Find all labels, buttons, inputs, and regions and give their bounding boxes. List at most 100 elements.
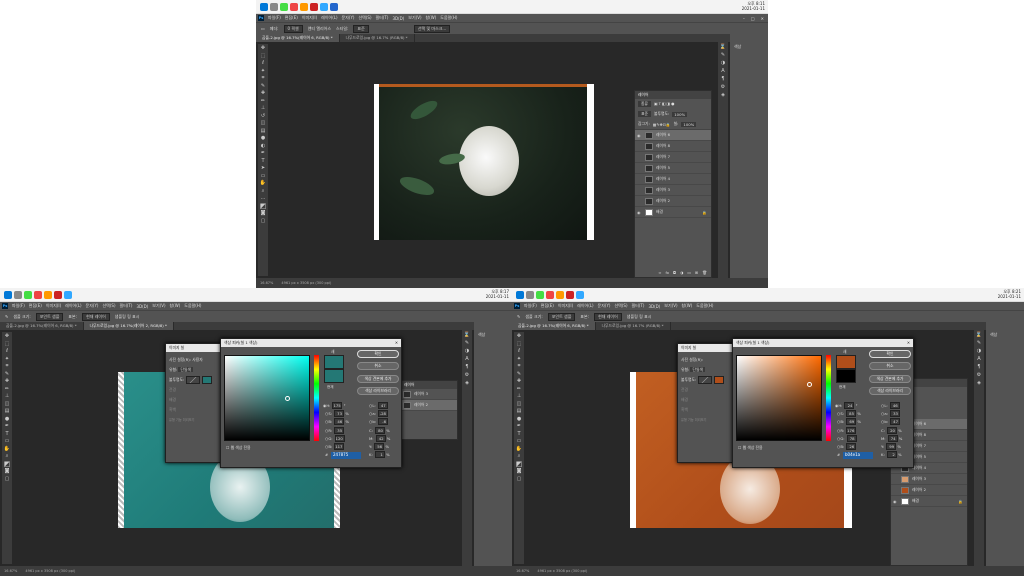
chrome-icon[interactable] (290, 2, 298, 11)
current-color-swatch[interactable] (324, 369, 344, 383)
photoshop-icon[interactable] (576, 290, 584, 299)
lasso-tool-icon[interactable]: ℓ (6, 348, 8, 355)
doc-info[interactable]: 4961 px x 3508 px (300 ppi) (281, 281, 331, 285)
menu-filter[interactable]: 필터(T) (376, 15, 389, 21)
menu-edit[interactable]: 편집(E) (541, 303, 554, 309)
style-select[interactable]: 표준 (353, 24, 369, 33)
fill-color-swatch[interactable] (202, 376, 213, 384)
g-field[interactable]: ○G: 120 (325, 435, 345, 442)
current-color-swatch[interactable] (836, 369, 856, 383)
layer-row[interactable]: 레이어 8 (635, 141, 711, 152)
menu-view[interactable]: 보기(V) (152, 303, 165, 309)
brush-settings-icon[interactable]: ✎ (977, 340, 981, 346)
menu-file[interactable]: 파일(F) (268, 15, 281, 21)
app-icon[interactable] (566, 290, 574, 299)
quick-mask-icon[interactable]: ◙ (517, 468, 522, 475)
quick-mask-icon[interactable]: ◙ (261, 210, 266, 217)
magic-wand-icon[interactable]: ✦ (5, 356, 9, 363)
menu-help[interactable]: 도움말(H) (184, 303, 201, 309)
s-field[interactable]: ○S: 85 % (837, 410, 861, 417)
y-field[interactable]: Y: 99 % (881, 443, 901, 450)
type-tool-icon[interactable]: T (5, 431, 8, 438)
color-libraries-button[interactable]: 색상 라이브러리 (357, 387, 399, 395)
k-field[interactable]: K: 2 % (881, 451, 902, 458)
shape-tool-icon[interactable]: ▭ (5, 438, 10, 445)
opacity-input[interactable]: 100% (672, 111, 688, 117)
pen-tool-icon[interactable]: ✒ (261, 150, 265, 157)
layer-row[interactable]: 레이어 3 (401, 389, 457, 400)
select-mask-button[interactable]: 선택 및 마스크... (413, 24, 451, 33)
color-panel-label[interactable]: 색상 (986, 322, 1024, 348)
hand-tool-icon[interactable]: ✋ (516, 446, 522, 453)
layers-panel-title[interactable]: 레이어 (401, 381, 457, 389)
tab-tree[interactable]: 나무드로잉.jpg @ 16.7% (RGB/8) * (340, 34, 415, 42)
tab-gomdol[interactable]: 곰돌-2.jpg @ 16.7%(레이어 6, RGB/8) * (0, 322, 84, 330)
brush-tool-icon[interactable]: ✏ (517, 386, 521, 393)
saturation-brightness-field[interactable] (224, 355, 310, 441)
color-cursor[interactable] (807, 382, 812, 387)
menu-view[interactable]: 보기(V) (664, 303, 677, 309)
layer-row[interactable]: 레이어 3 (635, 185, 711, 196)
blue-field[interactable]: ○B: 117 (325, 443, 345, 450)
fill-color-swatch[interactable] (714, 376, 725, 384)
fx-icon[interactable]: fx (665, 270, 669, 275)
eraser-tool-icon[interactable]: ◫ (5, 401, 10, 408)
screen-mode-icon[interactable]: ▢ (5, 476, 10, 483)
brush-tool-icon[interactable]: ✏ (261, 98, 265, 105)
layers-panel-title[interactable]: 레이어 (635, 91, 711, 99)
r-field[interactable]: ○R: 176 (837, 427, 857, 434)
zoom-level[interactable]: 16.67% (516, 569, 529, 573)
magic-wand-icon[interactable]: ✦ (517, 356, 521, 363)
layer-kind-filter[interactable]: 종류 (638, 101, 651, 107)
blur-tool-icon[interactable]: ● (517, 416, 521, 423)
paragraph-icon[interactable]: ¶ (465, 364, 468, 370)
app-icon[interactable] (24, 290, 32, 299)
kakao-icon[interactable] (44, 290, 52, 299)
crop-tool-icon[interactable]: ⌗ (262, 75, 265, 82)
type-select[interactable]: 단일색 (178, 367, 193, 372)
search-icon[interactable] (270, 2, 278, 11)
character-icon[interactable]: A (721, 68, 724, 74)
color-swatches-icon[interactable]: ◩ (260, 202, 267, 210)
tab-gomdol[interactable]: 곰돌-2.jpg @ 16.7%(레이어 6, RGB/8) * (512, 322, 596, 330)
menu-select[interactable]: 선택(S) (614, 303, 627, 309)
y-field[interactable]: Y: 56 % (369, 443, 389, 450)
adjustments-icon[interactable]: ◑ (977, 348, 981, 354)
dodge-tool-icon[interactable]: ◐ (261, 143, 265, 150)
menu-help[interactable]: 도움말(H) (696, 303, 713, 309)
search-icon[interactable] (526, 290, 534, 299)
lasso-tool-icon[interactable]: ℓ (518, 348, 520, 355)
hand-tool-icon[interactable]: ✋ (260, 180, 266, 187)
stamp-tool-icon[interactable]: ⊥ (517, 393, 521, 400)
layer-row[interactable]: 레이어 5 (635, 163, 711, 174)
preset-value[interactable]: 사용자 (192, 357, 202, 362)
menu-image[interactable]: 이미지(I) (558, 303, 573, 309)
b-field[interactable]: ○B: 69 % (837, 418, 861, 425)
visibility-eye-icon[interactable]: ◉ (637, 210, 642, 215)
eraser-tool-icon[interactable]: ◫ (261, 120, 266, 127)
delete-layer-icon[interactable]: 🗑 (702, 270, 707, 275)
layer-row[interactable]: ◉ 레이어 6 (635, 130, 711, 141)
search-icon[interactable] (14, 290, 22, 299)
cancel-button[interactable]: 취소 (357, 362, 399, 370)
healing-brush-icon[interactable]: ✚ (5, 378, 9, 385)
tab-tree[interactable]: 나무드로잉.jpg @ 16.7% (RGB/8) * (596, 322, 671, 330)
show-ring-checkbox[interactable]: 샘플링 링 표시 (627, 314, 652, 320)
kakao-icon[interactable] (556, 290, 564, 299)
windows-start-icon[interactable] (4, 290, 12, 299)
menu-3d[interactable]: 3D(D) (392, 16, 404, 21)
type-select[interactable]: 단일색 (690, 367, 705, 372)
3d-icon[interactable]: ◈ (465, 380, 469, 386)
healing-brush-icon[interactable]: ✚ (261, 90, 265, 97)
maximize-icon[interactable]: □ (751, 16, 755, 21)
menu-window[interactable]: 창(W) (426, 15, 437, 21)
history-icon[interactable]: ⌛ (464, 332, 470, 338)
history-icon[interactable]: ⌛ (976, 332, 982, 338)
sample-from-select[interactable]: 현재 레이어 (82, 312, 110, 321)
eraser-tool-icon[interactable]: ◫ (517, 401, 522, 408)
layer-row[interactable]: 레이어 3 (891, 474, 967, 485)
hex-input[interactable]: 247875 (331, 452, 361, 459)
stamp-tool-icon[interactable]: ⊥ (5, 393, 9, 400)
web-only-checkbox[interactable]: ☐ 웹 색상 전용 (738, 445, 763, 451)
menu-file[interactable]: 파일(F) (524, 303, 537, 309)
